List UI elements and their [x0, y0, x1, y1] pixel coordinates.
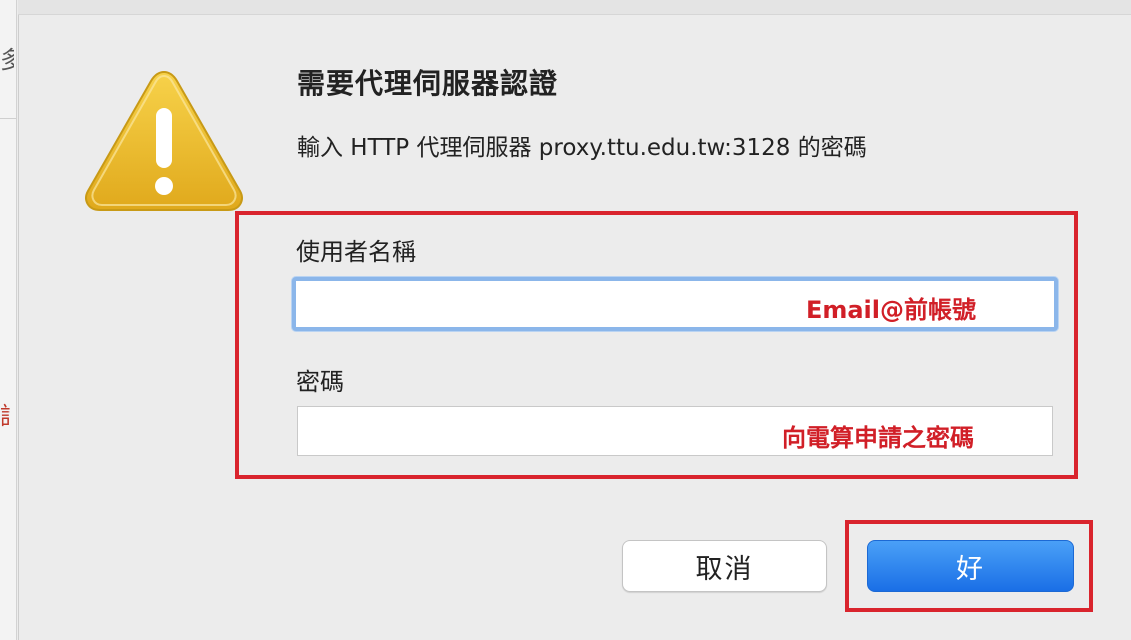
cancel-button[interactable]: 取消 [622, 540, 827, 592]
screen: 多 請 需要代理伺服器認證 輸入 HTTP 代理伺服器 proxy.ttu.ed… [0, 0, 1131, 640]
background-text-fragment: 多 [0, 46, 14, 74]
dialog-subtitle: 輸入 HTTP 代理伺服器 proxy.ttu.edu.tw:3128 的密碼 [297, 135, 867, 161]
background-text-fragment-red: 請 [0, 396, 10, 431]
dialog-title: 需要代理伺服器認證 [297, 67, 559, 100]
background-divider [0, 118, 16, 119]
credentials-highlight-box [235, 211, 1078, 479]
background-window [0, 0, 17, 640]
ok-highlight-box [845, 520, 1093, 612]
warning-triangle-icon [85, 70, 243, 211]
dialog-top-edge [18, 0, 1131, 15]
